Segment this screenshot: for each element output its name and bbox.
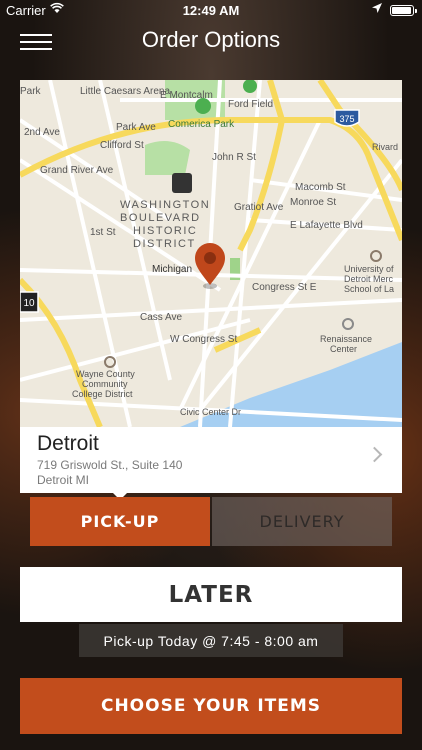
map-label: Renaissance bbox=[320, 334, 372, 344]
battery-icon bbox=[390, 5, 417, 16]
page-title: Order Options bbox=[141, 27, 281, 52]
location-arrow-icon bbox=[372, 2, 382, 16]
map-label: E Montcalm bbox=[160, 90, 213, 101]
map-label: University of bbox=[344, 264, 394, 274]
map-label: School of La bbox=[344, 284, 394, 294]
map-label: College District bbox=[72, 389, 133, 399]
map-label: Congress St E bbox=[252, 282, 317, 293]
map-label: Gratiot Ave bbox=[234, 202, 284, 213]
historic-district-icon bbox=[172, 173, 192, 193]
pickup-time-label: Pick-up Today @ 7:45 - 8:00 am bbox=[79, 624, 343, 657]
park-area bbox=[145, 141, 190, 175]
map-label: W Congress St bbox=[170, 334, 237, 345]
nav-bar: Order Options bbox=[0, 22, 422, 62]
map-label: Macomb St bbox=[295, 182, 346, 193]
map-label: WASHINGTON bbox=[120, 199, 210, 211]
map-label: Little Caesars Arena bbox=[80, 86, 170, 97]
map-label: Grand River Ave bbox=[40, 165, 114, 176]
map-label: Civic Center Dr bbox=[180, 407, 241, 417]
svg-text:10: 10 bbox=[23, 298, 35, 309]
map-label: Monroe St bbox=[290, 197, 336, 208]
later-button[interactable]: LATER bbox=[20, 567, 402, 622]
map-label: Michigan bbox=[152, 264, 192, 275]
location-card: 375 10 Little Caesars Arena Ford Field C… bbox=[20, 80, 402, 493]
location-name: Detroit bbox=[37, 432, 99, 455]
interstate-10-icon: 10 bbox=[20, 291, 39, 313]
status-bar: Carrier 12:49 AM bbox=[0, 0, 422, 22]
location-address-line1: 719 Griswold St., Suite 140 bbox=[37, 458, 183, 472]
map-label: Cass Ave bbox=[140, 312, 182, 323]
map-label: Comerica Park bbox=[168, 119, 235, 130]
map-label: John R St bbox=[212, 152, 256, 163]
location-address-line2: Detroit MI bbox=[37, 473, 90, 487]
svg-text:375: 375 bbox=[339, 114, 354, 124]
map-label: Ford Field bbox=[228, 99, 273, 110]
map-label: BOULEVARD bbox=[120, 212, 201, 224]
map-label: Community bbox=[82, 379, 128, 389]
map-label: Wayne County bbox=[76, 369, 135, 379]
map-view[interactable]: 375 10 Little Caesars Arena Ford Field C… bbox=[20, 80, 402, 427]
map-label: 1st St bbox=[90, 227, 116, 238]
delivery-button[interactable]: DELIVERY bbox=[212, 497, 392, 546]
pickup-button[interactable]: PICK-UP bbox=[30, 497, 210, 546]
location-selector[interactable]: Detroit 719 Griswold St., Suite 140 Detr… bbox=[20, 427, 402, 493]
map-label: Park Ave bbox=[116, 122, 156, 133]
chevron-right-icon bbox=[366, 446, 383, 463]
map-label: Detroit Merc bbox=[344, 274, 394, 284]
map-label: Center bbox=[330, 344, 357, 354]
map-label: Clifford St bbox=[100, 140, 144, 151]
interstate-375-icon: 375 bbox=[334, 109, 360, 127]
map-label: Rivard bbox=[372, 142, 398, 152]
map-label: E Lafayette Blvd bbox=[290, 220, 363, 231]
map-label: DISTRICT bbox=[133, 238, 196, 250]
map-label: Park bbox=[20, 86, 42, 97]
map-label: HISTORIC bbox=[133, 225, 197, 237]
choose-items-button[interactable]: CHOOSE YOUR ITEMS bbox=[20, 678, 402, 734]
clock: 12:49 AM bbox=[182, 3, 240, 18]
map-label: 2nd Ave bbox=[24, 127, 60, 138]
